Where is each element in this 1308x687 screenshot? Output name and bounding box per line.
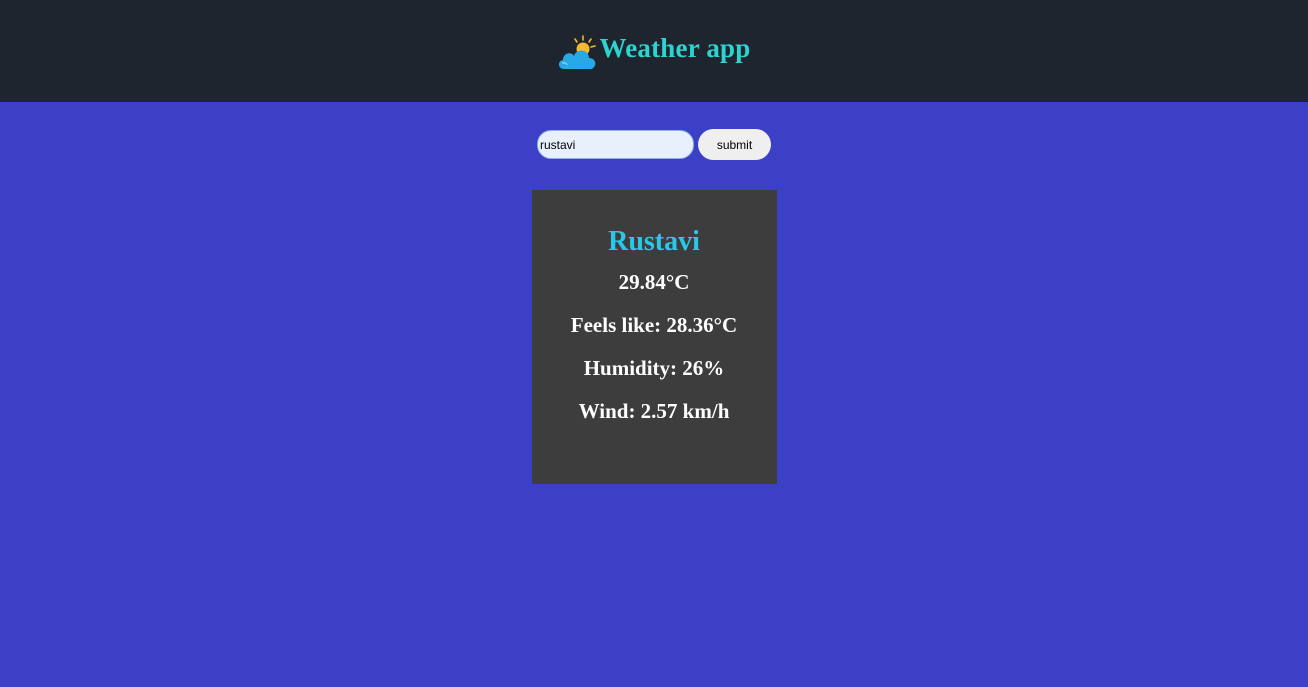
- submit-button[interactable]: submit: [698, 129, 771, 160]
- city-name: Rustavi: [608, 226, 700, 257]
- wind: Wind: 2.57 km/h: [578, 399, 730, 423]
- humidity: Humidity: 26%: [583, 356, 725, 380]
- city-search-input[interactable]: [537, 130, 694, 159]
- app-header: Weather app: [0, 0, 1308, 102]
- temperature: 29.84°C: [618, 270, 690, 294]
- brand: Weather app: [556, 31, 751, 71]
- feels-like: Feels like: 28.36°C: [570, 313, 738, 337]
- search-form: submit: [0, 129, 1308, 160]
- app-title: Weather app: [599, 32, 751, 63]
- cloud-sun-icon: [558, 35, 596, 69]
- weather-card: Rustavi 29.84°C Feels like: 28.36°C Humi…: [531, 190, 777, 484]
